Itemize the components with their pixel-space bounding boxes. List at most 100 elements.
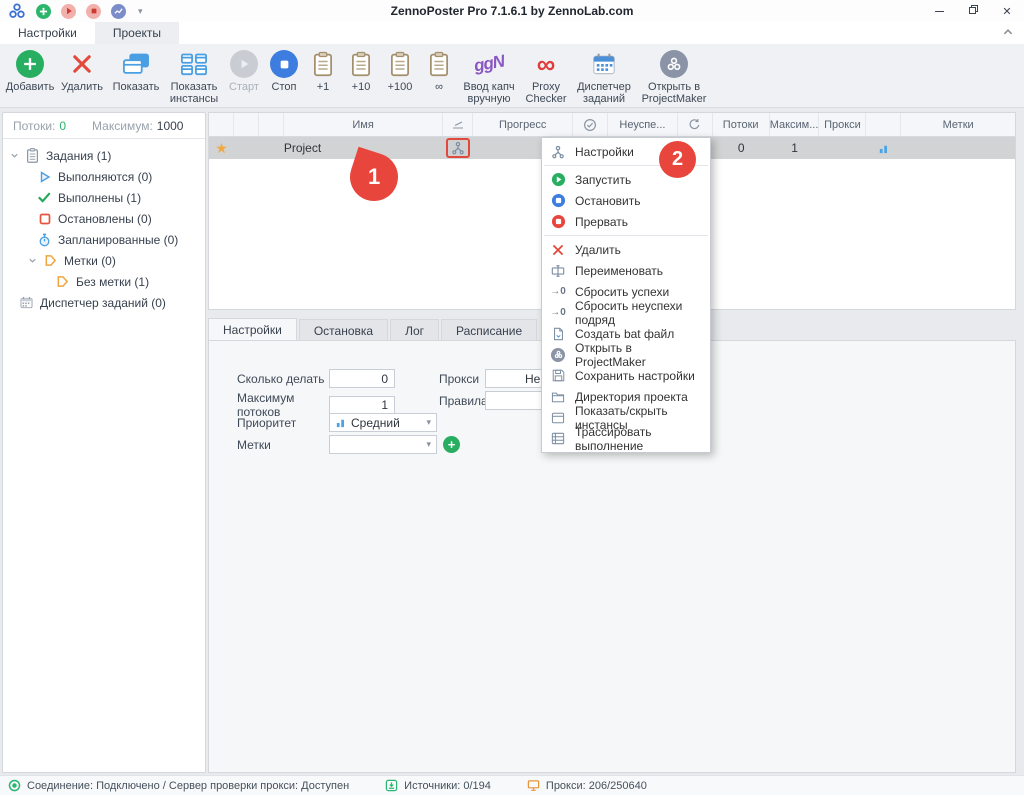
delete-x-icon [70, 49, 94, 79]
column-progress[interactable]: Прогресс [473, 113, 573, 136]
plus10-button[interactable]: +10 [342, 48, 380, 106]
tag-icon [55, 275, 70, 288]
tree-item-completed[interactable]: Выполнены (1) [3, 187, 205, 208]
star-icon[interactable]: ★ [215, 140, 228, 157]
check-icon [37, 192, 52, 203]
tag-icon [43, 254, 58, 267]
menu-item-reset-fails[interactable]: →0 Сбросить неуспехи подряд [542, 302, 710, 323]
tree-item-tags[interactable]: Метки (0) [3, 250, 205, 271]
delete-task-button[interactable]: Удалить [56, 48, 108, 106]
minimize-button[interactable] [922, 0, 956, 22]
tab-settings[interactable]: Настройки [0, 22, 95, 44]
stop-button[interactable]: Стоп [264, 48, 304, 106]
max-threads-input[interactable]: 1 [329, 396, 395, 415]
tree-item-stopped[interactable]: Остановлены (0) [3, 208, 205, 229]
menu-item-abort[interactable]: Прервать [542, 211, 710, 232]
plus1-button[interactable]: +1 [304, 48, 342, 106]
proxy-monitor-icon [527, 779, 540, 792]
start-button[interactable]: Старт [224, 48, 264, 106]
tab-projects[interactable]: Проекты [95, 22, 179, 44]
bat-file-icon [550, 327, 566, 341]
open-in-projectmaker-button[interactable]: Открыть в ProjectMaker [636, 48, 712, 106]
chevron-down-icon[interactable] [27, 256, 37, 265]
tree-item-tasks[interactable]: Задания (1) [3, 145, 205, 166]
close-button[interactable]: ✕ [990, 0, 1024, 22]
title-bar: ▾ ZennoPoster Pro 7.1.6.1 by ZennoLab.co… [0, 0, 1024, 22]
stop-outline-icon [37, 213, 52, 225]
row-star-cell[interactable]: ★ [209, 137, 234, 159]
column-tags[interactable]: Метки [901, 113, 1015, 136]
column-proxy[interactable]: Прокси [819, 113, 866, 136]
column-blank-2[interactable] [259, 113, 284, 136]
save-icon [550, 369, 566, 382]
task-scheduler-button[interactable]: Диспетчер заданий [572, 48, 636, 106]
tab-schedule[interactable]: Расписание [441, 319, 537, 341]
column-threads[interactable]: Потоки [713, 113, 770, 136]
tree-item-label: Задания (1) [46, 149, 111, 163]
add-task-button[interactable]: Добавить [4, 48, 56, 106]
add-circle-icon [16, 49, 44, 79]
menu-item-stop[interactable]: Остановить [542, 190, 710, 211]
tags-dropdown[interactable]: ▾ [329, 435, 437, 454]
infinity-icon: ∞ [537, 49, 556, 79]
manual-captcha-button[interactable]: ggN Ввод капч вручную [458, 48, 520, 106]
reset-zero-icon: →0 [550, 286, 566, 297]
column-priority[interactable] [866, 113, 901, 136]
column-max[interactable]: Максим... [770, 113, 820, 136]
how-much-input[interactable]: 0 [329, 369, 395, 388]
threads-value: 0 [59, 119, 66, 133]
delete-x-icon [550, 244, 566, 256]
hierarchy-icon[interactable] [451, 141, 465, 155]
chevron-down-icon[interactable] [9, 151, 19, 160]
sources-text: Источники: 0/194 [404, 780, 491, 792]
tree-item-label: Запланированные (0) [58, 233, 178, 247]
column-star[interactable] [209, 113, 234, 136]
column-repeat[interactable] [678, 113, 713, 136]
priority-label: Приоритет [237, 416, 329, 430]
menu-item-open-projectmaker[interactable]: Открыть в ProjectMaker [542, 344, 710, 365]
restore-button[interactable] [956, 0, 990, 22]
clipboard-icon [313, 49, 333, 79]
collapse-ribbon-icon[interactable] [1002, 26, 1016, 40]
zennoposter-window: ▾ ZennoPoster Pro 7.1.6.1 by ZennoLab.co… [0, 0, 1024, 795]
stopwatch-icon [37, 233, 52, 247]
tags-row: Метки ▾ + [237, 435, 460, 454]
column-fails[interactable]: Неуспе... [608, 113, 678, 136]
tree-item-label: Без метки (1) [76, 275, 149, 289]
status-bar: Соединение: Подключено / Сервер проверки… [0, 775, 1024, 795]
priority-value: Средний [351, 416, 400, 430]
menu-item-save-settings[interactable]: Сохранить настройки [542, 365, 710, 386]
add-tag-button[interactable]: + [443, 436, 460, 453]
max-label: Максимум: [92, 119, 153, 133]
proxy-checker-button[interactable]: ∞ Proxy Checker [520, 48, 572, 106]
column-blank-1[interactable] [234, 113, 259, 136]
proxies-status: Прокси: 206/250640 [527, 779, 647, 792]
menu-item-trace-execution[interactable]: Трассировать выполнение [542, 428, 710, 449]
menu-item-rename[interactable]: Переименовать [542, 260, 710, 281]
tree-item-running[interactable]: Выполняются (0) [3, 166, 205, 187]
menu-separator [544, 235, 708, 236]
tab-settings-bottom[interactable]: Настройки [208, 318, 297, 341]
trace-table-icon [550, 432, 566, 445]
tab-log[interactable]: Лог [390, 319, 439, 341]
tree-item-task-scheduler[interactable]: Диспетчер заданий (0) [3, 292, 205, 313]
tree-item-no-tag[interactable]: Без метки (1) [3, 271, 205, 292]
row-settings-cell[interactable] [443, 137, 473, 159]
column-success[interactable] [573, 113, 608, 136]
priority-row: Приоритет Средний ▾ [237, 413, 437, 432]
priority-dropdown[interactable]: Средний ▾ [329, 413, 437, 432]
column-settings[interactable] [443, 113, 473, 136]
tree-item-label: Диспетчер заданий (0) [40, 296, 166, 310]
tree-item-scheduled[interactable]: Запланированные (0) [3, 229, 205, 250]
column-name[interactable]: Имя [284, 113, 444, 136]
show-instances-button[interactable]: Показать инстансы [164, 48, 224, 106]
show-button[interactable]: Показать [108, 48, 164, 106]
ribbon-toolbar: Добавить Удалить Показать [0, 44, 1024, 108]
row-priority-cell [866, 137, 901, 159]
window-icon [550, 412, 566, 424]
menu-item-delete[interactable]: Удалить [542, 239, 710, 260]
plus100-button[interactable]: +100 [380, 48, 420, 106]
infinity-runs-button[interactable]: ∞ [420, 48, 458, 106]
tab-stop[interactable]: Остановка [299, 319, 388, 341]
projectmaker-icon [660, 49, 688, 79]
